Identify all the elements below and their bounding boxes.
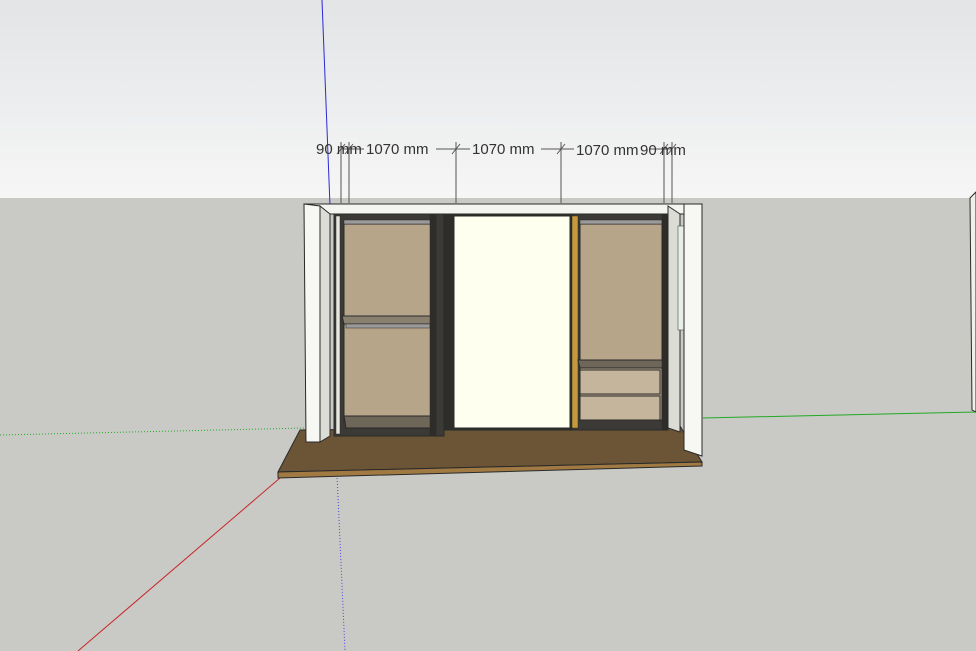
middle-sliding-door <box>453 215 571 429</box>
right-side-mirror <box>677 225 685 331</box>
carcass-top <box>303 203 703 215</box>
right-drawer-upper <box>579 369 661 395</box>
right-upper-rail <box>579 219 663 225</box>
right-door-edge <box>571 215 579 429</box>
left-side-panel <box>303 203 321 443</box>
left-side-inner <box>319 204 331 443</box>
dimension-label-left-side: 90 mm <box>316 141 362 158</box>
left-bottom-shelf <box>343 415 435 429</box>
dimension-label-right-panel: 1070 mm <box>576 142 639 159</box>
right-drawer-lower <box>579 395 661 421</box>
left-middle-rail <box>345 323 431 329</box>
left-shelf <box>341 315 435 325</box>
dimension-label-right-side: 90 mm <box>640 142 686 159</box>
model-scene[interactable]: 90 mm 1070 mm 1070 mm 1070 mm 90 mm <box>0 0 976 651</box>
left-divider <box>429 213 437 437</box>
left-upper-rail <box>343 219 433 225</box>
left-door-edge <box>335 215 341 435</box>
sky-background <box>0 0 976 198</box>
right-shelf <box>577 359 665 369</box>
right-side-panel <box>683 203 703 457</box>
sketchup-3d-viewport[interactable]: 90 mm 1070 mm 1070 mm 1070 mm 90 mm <box>0 0 976 651</box>
dimension-label-middle-panel: 1070 mm <box>472 141 535 158</box>
right-divider <box>661 213 669 431</box>
dimension-label-left-panel: 1070 mm <box>366 141 429 158</box>
